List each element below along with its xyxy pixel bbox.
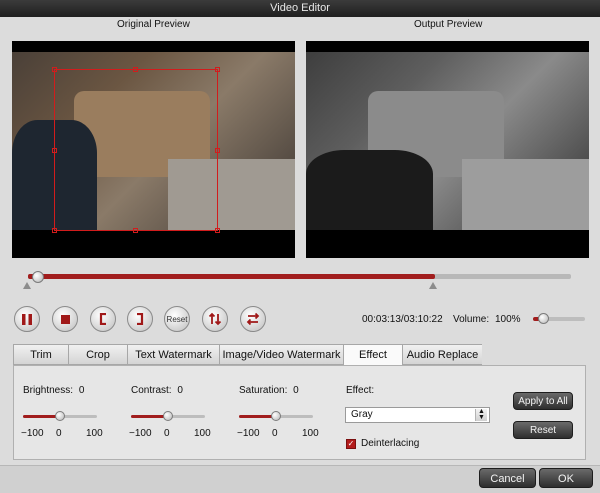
crop-handle-bottom-left[interactable] [52, 228, 57, 233]
deinterlacing-label: Deinterlacing [361, 438, 420, 449]
flip-horizontal-icon [246, 312, 260, 326]
tab-crop[interactable]: Crop [68, 344, 127, 365]
set-end-button[interactable] [127, 306, 153, 332]
flip-vertical-icon [208, 312, 222, 326]
brightness-slider-knob[interactable] [55, 411, 65, 421]
trim-end-marker[interactable] [429, 282, 437, 289]
crop-handle-bottom-right[interactable] [215, 228, 220, 233]
window-title: Video Editor [0, 0, 600, 17]
effect-select-value: Gray [351, 409, 373, 420]
reset-playback-label: Reset [166, 314, 188, 324]
saturation-tick-max: 100 [302, 428, 319, 439]
saturation-label-text: Saturation: [239, 385, 288, 396]
effect-label: Effect: [346, 385, 375, 396]
crop-handle-top-right[interactable] [215, 67, 220, 72]
contrast-label-text: Contrast: [131, 385, 172, 396]
contrast-value: 0 [177, 385, 183, 396]
crop-handle-bottom[interactable] [133, 228, 138, 233]
scene-person [306, 149, 434, 230]
brightness-value: 0 [78, 385, 85, 396]
brightness-label-text: Brightness: [23, 385, 74, 396]
bracket-right-icon [137, 313, 144, 325]
crop-selection-box[interactable] [52, 67, 220, 233]
saturation-slider-knob[interactable] [271, 411, 281, 421]
tab-effect[interactable]: Effect [343, 344, 402, 366]
saturation-value: 0 [293, 385, 299, 396]
timeline-track[interactable] [28, 274, 571, 279]
reset-effect-button[interactable]: Reset [513, 421, 573, 439]
saturation-label: Saturation: 0 [239, 385, 299, 396]
crop-handle-top[interactable] [133, 67, 138, 72]
volume-value: 100% [495, 314, 521, 325]
stop-button[interactable] [52, 306, 78, 332]
brightness-tick-max: 100 [86, 428, 103, 439]
contrast-tick-min: −100 [129, 428, 152, 439]
tab-spacer [482, 344, 586, 366]
pause-button[interactable] [14, 306, 40, 332]
bracket-left-icon [99, 313, 106, 325]
timeline-progress [28, 274, 436, 279]
contrast-slider-knob[interactable] [163, 411, 173, 421]
crop-handle-top-left[interactable] [52, 67, 57, 72]
cancel-button[interactable]: Cancel [479, 468, 536, 488]
brightness-label: Brightness: 0 [23, 385, 84, 396]
video-editor-window: Video Editor Original Preview Output Pre… [0, 0, 600, 493]
pause-icon [22, 313, 32, 325]
original-preview-label: Original Preview [117, 19, 190, 30]
brightness-tick-mid: 0 [56, 428, 62, 439]
tab-audio-replace[interactable]: Audio Replace [402, 344, 482, 365]
crop-handle-left[interactable] [52, 148, 57, 153]
tab-image-video-watermark[interactable]: Image/Video Watermark [219, 344, 343, 365]
editor-tabs: Trim Crop Text Watermark Image/Video Wat… [13, 344, 586, 366]
ok-button[interactable]: OK [539, 468, 593, 488]
flip-horizontal-button[interactable] [240, 306, 266, 332]
crop-handle-right[interactable] [215, 148, 220, 153]
tab-text-watermark[interactable]: Text Watermark [127, 344, 219, 365]
saturation-tick-min: −100 [237, 428, 260, 439]
set-start-button[interactable] [90, 306, 116, 332]
brightness-tick-min: −100 [21, 428, 44, 439]
timeline-playhead[interactable] [32, 271, 44, 283]
trim-start-marker[interactable] [23, 282, 31, 289]
deinterlacing-checkbox[interactable]: ✓ [346, 439, 356, 449]
saturation-tick-mid: 0 [272, 428, 278, 439]
output-video-frame [306, 52, 589, 230]
select-arrows-icon: ▲ ▼ [475, 408, 487, 421]
effect-panel [13, 365, 586, 460]
time-readout: 00:03:13/03:10:22 [362, 314, 443, 325]
contrast-label: Contrast: 0 [131, 385, 183, 396]
volume-slider-knob[interactable] [538, 313, 550, 324]
original-preview-video[interactable] [12, 41, 295, 258]
apply-to-all-button[interactable]: Apply to All [513, 392, 573, 410]
scene-floor [461, 158, 589, 230]
reset-playback-button[interactable]: Reset [164, 306, 190, 332]
contrast-tick-mid: 0 [164, 428, 170, 439]
contrast-tick-max: 100 [194, 428, 211, 439]
output-preview-video [306, 41, 589, 258]
stop-icon [60, 314, 70, 324]
tab-trim[interactable]: Trim [13, 344, 68, 365]
volume-label: Volume: [453, 314, 490, 325]
effect-select[interactable]: Gray ▲ ▼ [345, 407, 490, 423]
output-preview-label: Output Preview [414, 19, 483, 30]
flip-vertical-button[interactable] [202, 306, 228, 332]
